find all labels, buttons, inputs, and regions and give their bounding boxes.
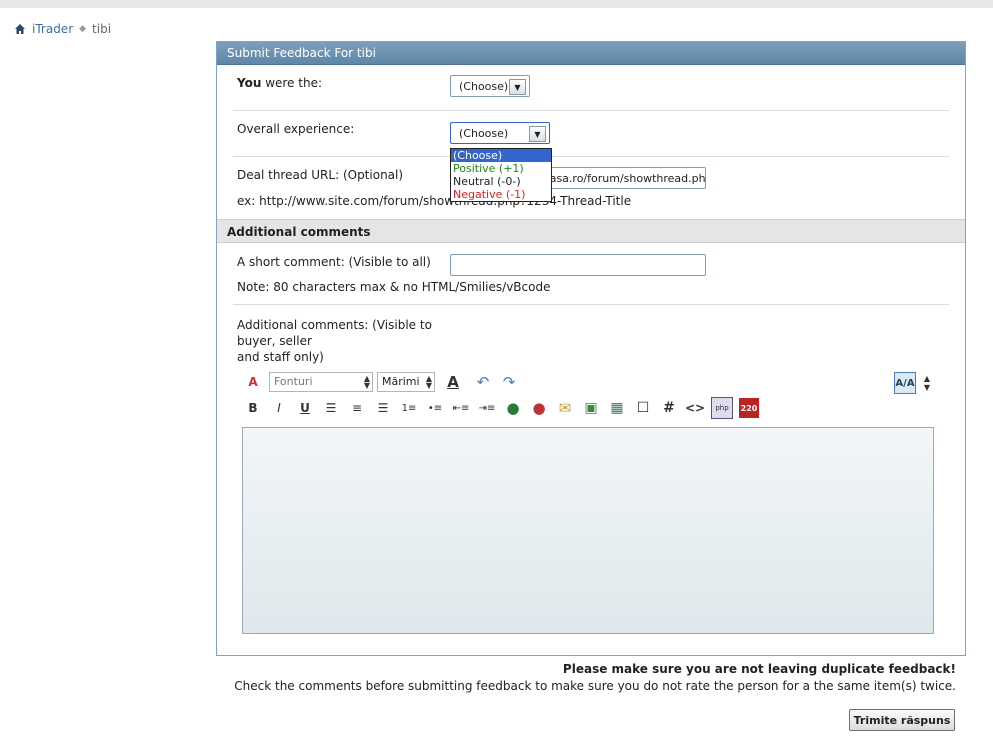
- divider: [233, 304, 949, 305]
- align-left-icon[interactable]: ☰: [321, 398, 341, 418]
- spinner-icon: ▲ ▼: [363, 374, 370, 390]
- italic-icon[interactable]: I: [269, 398, 289, 418]
- overall-select[interactable]: (Choose) ▼: [450, 122, 550, 144]
- feedback-panel: Submit Feedback For tibi You were the: (…: [216, 41, 966, 656]
- panel-title: Submit Feedback For tibi: [217, 42, 965, 65]
- breadcrumb-current: tibi: [92, 22, 112, 36]
- divider: [233, 110, 949, 111]
- deal-url-example: ex: http://www.site.com/forum/showthread…: [237, 194, 632, 208]
- size-select-value: Mărimi: [382, 375, 420, 388]
- email-icon[interactable]: ✉: [555, 398, 575, 418]
- php-icon[interactable]: php: [711, 397, 733, 419]
- additional-comments-header: Additional comments: [217, 219, 965, 243]
- video-icon[interactable]: ▦: [607, 398, 627, 418]
- you-bold: You: [237, 76, 262, 90]
- underline-icon[interactable]: U: [295, 398, 315, 418]
- html-icon[interactable]: <>: [685, 398, 705, 418]
- outdent-icon[interactable]: ⇤≡: [451, 398, 471, 418]
- option-negative[interactable]: Negative (-1): [451, 188, 551, 201]
- editor-toolbar-top: A Fonturi ▲ ▼ Mărimi ▲ ▼ A ↶ ↷: [243, 372, 525, 392]
- ordered-list-icon[interactable]: 1≡: [399, 398, 419, 418]
- breadcrumb-home-link[interactable]: iTrader: [32, 22, 73, 36]
- font-select-value: Fonturi: [274, 375, 313, 388]
- quote-icon[interactable]: ☐: [633, 398, 653, 418]
- editor-toolbar-right: A/A ▲ ▼: [894, 372, 938, 394]
- message-editor[interactable]: [242, 427, 934, 634]
- code-icon[interactable]: #: [659, 398, 679, 418]
- redo-icon[interactable]: ↷: [499, 372, 519, 392]
- link-icon[interactable]: ●: [503, 398, 523, 418]
- undo-icon[interactable]: ↶: [473, 372, 493, 392]
- font-color-icon[interactable]: A: [439, 372, 467, 392]
- remove-format-icon[interactable]: A: [243, 372, 263, 392]
- bold-icon[interactable]: B: [243, 398, 263, 418]
- short-comment-note: Note: 80 characters max & no HTML/Smilie…: [237, 280, 551, 294]
- you-were-select[interactable]: (Choose) ▼: [450, 75, 530, 97]
- duplicate-warning: Please make sure you are not leaving dup…: [562, 662, 956, 676]
- you-were-value: (Choose): [459, 79, 509, 93]
- option-neutral[interactable]: Neutral (-0-): [451, 175, 551, 188]
- option-choose[interactable]: (Choose): [451, 149, 551, 162]
- breadcrumb: iTrader ◆ tibi: [14, 22, 111, 36]
- spinner-icon: ▲ ▼: [425, 374, 432, 390]
- option-positive[interactable]: Positive (+1): [451, 162, 551, 175]
- you-were-label: You were the:: [237, 76, 322, 90]
- submit-button[interactable]: Trimite răspuns: [849, 709, 955, 731]
- image-icon[interactable]: ▣: [581, 398, 601, 418]
- resize-icon[interactable]: ▲ ▼: [922, 373, 932, 393]
- divider: [233, 156, 949, 157]
- you-were-rest: were the:: [261, 76, 322, 90]
- editor-toolbar-bottom: B I U ☰ ≡ ☰ 1≡ •≡ ⇤≡ ⇥≡ ● ● ✉ ▣ ▦ ☐ # <>…: [243, 397, 765, 419]
- size-select[interactable]: Mărimi ▲ ▼: [377, 372, 435, 392]
- overall-dropdown[interactable]: (Choose) Positive (+1) Neutral (-0-) Neg…: [450, 148, 552, 202]
- additional-comments-label: Additional comments: (Visible to buyer, …: [237, 317, 432, 365]
- font-select[interactable]: Fonturi ▲ ▼: [269, 372, 373, 392]
- indent-icon[interactable]: ⇥≡: [477, 398, 497, 418]
- duplicate-note: Check the comments before submitting fee…: [234, 679, 956, 693]
- short-comment-label: A short comment: (Visible to all): [237, 255, 431, 269]
- unlink-icon[interactable]: ●: [529, 398, 549, 418]
- top-bar: [0, 0, 993, 8]
- unordered-list-icon[interactable]: •≡: [425, 398, 445, 418]
- chevron-down-icon[interactable]: ▼: [529, 126, 546, 142]
- additional-label-line: and staff only): [237, 350, 324, 364]
- align-right-icon[interactable]: ☰: [373, 398, 393, 418]
- overall-value: (Choose): [459, 126, 509, 140]
- short-comment-input[interactable]: [450, 254, 706, 276]
- additional-label-line: buyer, seller: [237, 334, 312, 348]
- align-center-icon[interactable]: ≡: [347, 398, 367, 418]
- home-icon[interactable]: [14, 23, 26, 35]
- overall-label: Overall experience:: [237, 122, 355, 136]
- chevron-down-icon[interactable]: ▼: [509, 79, 526, 95]
- deal-url-label: Deal thread URL: (Optional): [237, 168, 404, 182]
- counter-icon[interactable]: 220: [739, 398, 759, 418]
- switch-mode-icon[interactable]: A/A: [894, 372, 916, 394]
- breadcrumb-separator-icon: ◆: [79, 24, 87, 34]
- additional-label-line: Additional comments: (Visible to: [237, 318, 432, 332]
